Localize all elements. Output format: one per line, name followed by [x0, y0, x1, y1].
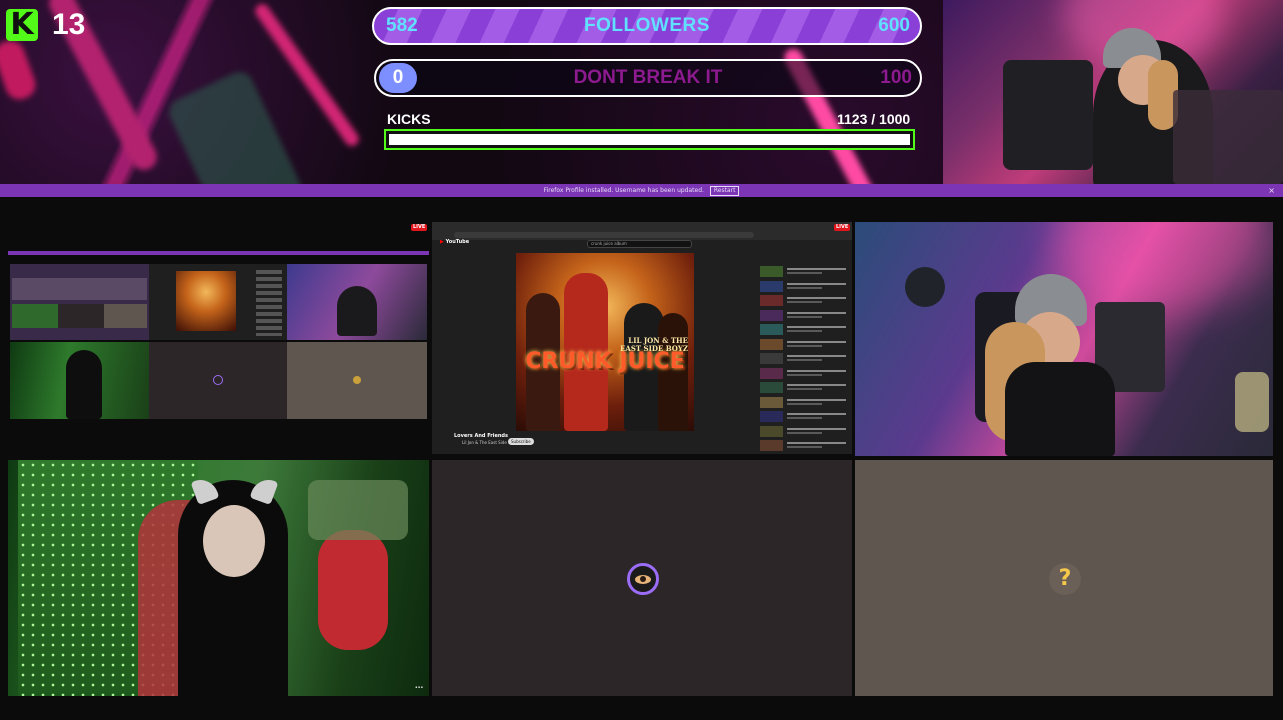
- recommendation-meta: [787, 324, 846, 336]
- viewer-count: 13: [52, 8, 86, 41]
- recommendation-meta: [787, 281, 846, 293]
- video-title: Lovers And Friends: [454, 433, 508, 439]
- kicks-progress-fill: [389, 134, 910, 145]
- recommendation-item[interactable]: [760, 309, 846, 322]
- recommendation-meta: [787, 411, 846, 423]
- mini-empty-1: [149, 342, 287, 419]
- mini-webcam-right: [287, 264, 427, 340]
- album-cover[interactable]: LIL JON & THE EAST SIDE BOYZ CRUNK JUICE: [516, 253, 694, 431]
- kicks-progress-bar: [384, 129, 915, 150]
- tile-webcam-girl[interactable]: ⋯: [8, 460, 429, 696]
- recommendation-item[interactable]: [760, 440, 846, 452]
- subscribe-button[interactable]: Subscribe: [508, 438, 534, 445]
- recommendation-meta: [787, 440, 846, 452]
- recommendation-meta: [787, 266, 846, 278]
- recommendation-item[interactable]: [760, 396, 846, 409]
- browser-chrome: [432, 222, 852, 240]
- tile-empty-2[interactable]: ?: [855, 460, 1273, 696]
- recommendation-thumbnail: [760, 309, 783, 321]
- eye-avatar-icon: [627, 563, 659, 595]
- followers-goal-bar: 582 FOLLOWERS 600: [372, 7, 922, 45]
- tile-screen-share-grid[interactable]: LIVE: [8, 222, 429, 454]
- live-badge: LIVE: [834, 224, 851, 231]
- followers-goal: 600: [878, 15, 910, 36]
- recommendation-meta: [787, 368, 846, 380]
- recommendation-meta: [787, 295, 846, 307]
- restart-button[interactable]: Restart: [709, 186, 740, 196]
- tile-youtube[interactable]: LIVE ▶ YouTube crunk juice album LIL JON…: [432, 222, 852, 454]
- recommendation-thumbnail: [760, 338, 783, 350]
- recommendation-item[interactable]: [760, 353, 846, 365]
- recommendation-thumbnail: [760, 396, 783, 408]
- recommendation-item[interactable]: [760, 324, 846, 336]
- recommendation-thumbnail: [760, 353, 783, 364]
- recommendation-thumbnail: [760, 266, 783, 277]
- mini-webcam-girl: [10, 342, 149, 419]
- mini-empty-2: [287, 342, 427, 419]
- recommendation-item[interactable]: [760, 425, 846, 438]
- notification-bar: Firefox Profile installed. Username has …: [0, 184, 1283, 197]
- recommendation-thumbnail: [760, 324, 783, 335]
- emoji-avatar-icon: ?: [1049, 563, 1081, 595]
- dont-break-label: DONT BREAK IT: [573, 67, 723, 88]
- close-icon[interactable]: ×: [1268, 184, 1275, 197]
- youtube-recommendations: [760, 266, 846, 454]
- recommendation-item[interactable]: [760, 280, 846, 293]
- recommendation-meta: [787, 426, 846, 438]
- recommendation-item[interactable]: [760, 266, 846, 278]
- kicks-label: KICKS: [387, 111, 431, 127]
- kicks-count: 1123 / 1000: [837, 111, 911, 127]
- recommendation-thumbnail: [760, 382, 783, 393]
- recommendation-item[interactable]: [760, 411, 846, 423]
- recommendation-item[interactable]: [760, 382, 846, 394]
- recommendation-thumbnail: [760, 295, 783, 306]
- recommendation-item[interactable]: [760, 295, 846, 307]
- recommendation-item[interactable]: [760, 367, 846, 380]
- recommendation-thumbnail: [760, 411, 783, 422]
- recommendation-thumbnail: [760, 440, 783, 451]
- neon-streak: [0, 36, 40, 104]
- mini-notify-bar: [8, 251, 429, 255]
- recommendation-thumbnail: [760, 280, 783, 292]
- recommendation-thumbnail: [760, 367, 783, 379]
- youtube-search-input[interactable]: crunk juice album: [587, 240, 692, 248]
- more-icon[interactable]: ⋯: [415, 684, 423, 692]
- dont-break-goal-bar: 0 DONT BREAK IT 100: [374, 59, 922, 97]
- recommendation-meta: [787, 382, 846, 394]
- recommendation-meta: [787, 353, 846, 365]
- tile-webcam-right[interactable]: [855, 222, 1273, 456]
- notification-text: Firefox Profile installed. Username has …: [543, 187, 704, 194]
- recommendation-meta: [787, 339, 846, 351]
- followers-label: FOLLOWERS: [584, 15, 710, 36]
- mini-overlay: [10, 264, 149, 340]
- live-badge: LIVE: [411, 224, 428, 231]
- kick-logo-icon: K: [6, 9, 38, 41]
- mini-youtube: [149, 264, 287, 340]
- recommendation-item[interactable]: [760, 338, 846, 351]
- album-title: CRUNK JUICE: [525, 349, 685, 374]
- neon-streak: [164, 67, 306, 184]
- webcam-top-right: [943, 0, 1283, 184]
- recommendation-meta: [787, 397, 846, 409]
- youtube-logo-icon[interactable]: ▶ YouTube: [440, 238, 469, 246]
- recommendation-meta: [787, 310, 846, 322]
- recommendation-thumbnail: [760, 425, 783, 437]
- dont-break-goal: 100: [880, 67, 912, 88]
- tile-empty-1[interactable]: [432, 460, 852, 696]
- url-bar[interactable]: [454, 232, 754, 238]
